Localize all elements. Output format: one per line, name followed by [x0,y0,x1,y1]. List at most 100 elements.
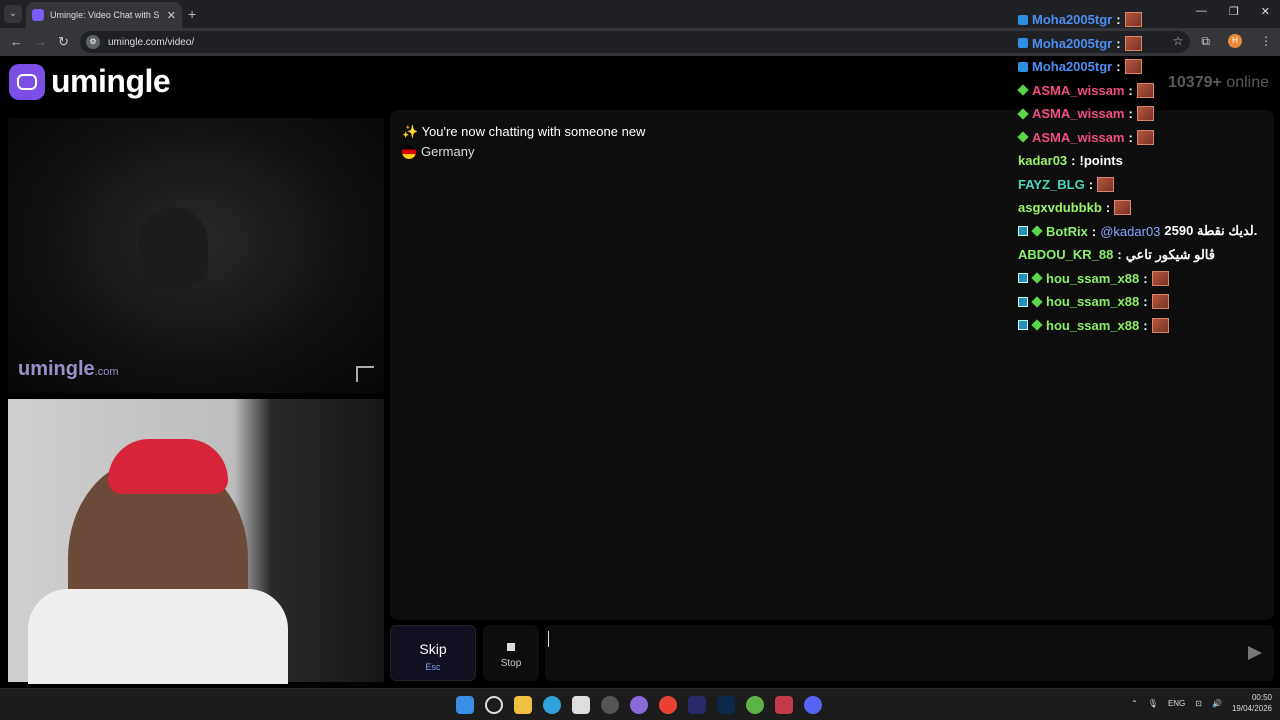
diamond-badge-icon [1031,272,1043,284]
message-input[interactable] [545,625,1274,681]
chat-separator: : [1143,294,1148,310]
send-icon[interactable] [1248,646,1262,660]
chat-separator: : [1143,317,1148,333]
stream-chat-message: ASMA_wissam: [1017,102,1278,126]
stream-chat-message: Moha2005tgr: [1018,55,1278,79]
photoshop-icon[interactable] [717,696,735,714]
chat-username[interactable]: ASMA_wissam [1032,83,1124,98]
chat-separator: : [1143,270,1148,286]
chat-username[interactable]: FAYZ_BLG [1018,177,1085,192]
stream-chat-overlay: Moha2005tgr: Moha2005tgr: Moha2005tgr: ASMA… [1017,8,1278,337]
chat-separator: : [1071,153,1076,169]
stop-icon [507,643,515,651]
volume-icon[interactable]: 🔊 [1212,699,1222,708]
chat-username[interactable]: Moha2005tgr [1032,59,1112,74]
chat-username[interactable]: Moha2005tgr [1032,36,1112,51]
local-person-cap [108,439,228,494]
chevron-up-icon[interactable]: ⌃ [1131,699,1138,708]
local-person-jacket [28,589,288,684]
chat-separator: : [1088,176,1094,192]
chat-separator: : [1117,247,1122,263]
stream-chat-message: hou_ssam_x88: [1018,267,1278,291]
emote-icon [1151,317,1169,333]
chat-separator: : [1128,82,1133,98]
stop-label: Stop [500,658,522,669]
chat-username[interactable]: hou_ssam_x88 [1046,294,1139,309]
search-icon[interactable] [485,696,503,714]
chat-separator: : [1116,59,1121,75]
stop-button[interactable]: Stop [483,625,539,681]
emote-icon [1136,82,1154,98]
browser-tab[interactable]: Umingle: Video Chat with S ✕ [26,2,182,28]
network-icon[interactable]: ⊡ [1195,699,1202,708]
media-player-icon[interactable] [775,696,793,714]
chat-username[interactable]: ASMA_wissam [1032,106,1124,121]
chat-mention[interactable]: @kadar03 [1100,224,1160,239]
emote-icon [1097,176,1115,192]
moderator-badge-icon [1018,226,1028,237]
site-info-icon[interactable]: ⚙ [86,35,100,49]
forward-button[interactable]: → [34,34,47,49]
diamond-badge-icon [1017,131,1029,143]
chat-username[interactable]: asgxvdubbkb [1018,200,1102,215]
chat-separator: : [1105,200,1111,216]
stream-chat-message: ASMA_wissam: [1017,126,1278,150]
cube-badge-icon [1018,61,1028,72]
emote-icon [1136,129,1154,145]
new-tab-button[interactable]: + [188,6,196,22]
file-explorer-icon[interactable] [514,696,532,714]
skip-button[interactable]: Skip Esc [390,625,476,681]
skip-label: Skip [419,641,447,657]
stream-chat-message: BotRix: @kadar03 2590 لديك نقطة. [1018,220,1278,244]
local-video [8,399,384,684]
chat-username[interactable]: BotRix [1046,224,1088,239]
diamond-badge-icon [1031,296,1043,308]
chat-separator: : [1116,12,1121,28]
chat-username[interactable]: hou_ssam_x88 [1046,271,1139,286]
chat-username[interactable]: hou_ssam_x88 [1046,318,1139,333]
diamond-badge-icon [1031,319,1043,331]
emote-icon [1124,35,1142,51]
emote-icon [1124,12,1142,28]
cube-badge-icon [1018,14,1028,25]
store-icon[interactable] [572,696,590,714]
chat-separator: : [1116,35,1121,51]
video-watermark: umingle.com [18,358,119,381]
chat-username[interactable]: Moha2005tgr [1032,12,1112,27]
verified-badge-icon [1031,225,1043,237]
twitch-icon[interactable] [630,696,648,714]
utorrent-icon[interactable] [746,696,764,714]
chat-bubble-icon [9,63,45,100]
windows-start-icon[interactable] [456,696,474,714]
microphone-icon[interactable]: 🎙 [1148,699,1158,708]
close-tab-icon[interactable]: ✕ [167,9,176,22]
stream-chat-message: hou_ssam_x88: [1018,290,1278,314]
emote-icon [1151,294,1169,310]
premiere-pro-icon[interactable] [688,696,706,714]
emote-icon [1124,59,1142,75]
report-flag-icon[interactable] [356,366,374,382]
stream-chat-message: ABDOU_KR_88: ڨالو شيكور تاعي [1018,243,1278,267]
chrome-icon[interactable] [659,696,677,714]
diamond-badge-icon [1017,84,1029,96]
obs-icon[interactable] [601,696,619,714]
chat-username[interactable]: ASMA_wissam [1032,130,1124,145]
windows-taskbar: ⌃ 🎙 ENG ⊡ 🔊 00:50 19/04/2026 [0,688,1280,720]
emote-icon [1136,106,1154,122]
stream-chat-message: ASMA_wissam: [1017,79,1278,103]
chat-username[interactable]: ABDOU_KR_88 [1018,247,1113,262]
back-button[interactable]: ← [10,34,23,49]
site-logo[interactable]: umingle [9,63,171,100]
clock[interactable]: 00:50 19/04/2026 [1232,692,1272,714]
language-indicator[interactable]: ENG [1168,699,1185,708]
edge-icon[interactable] [543,696,561,714]
reload-button[interactable]: ↻ [58,34,69,50]
moderator-badge-icon [1018,296,1028,307]
chat-username[interactable]: kadar03 [1018,153,1067,168]
clock-date: 19/04/2026 [1231,704,1272,713]
tab-search-button[interactable]: ⌄ [4,5,22,23]
stream-chat-message: asgxvdubbkb: [1018,196,1278,220]
partner-country: Germany [402,144,474,159]
discord-icon[interactable] [804,696,822,714]
skip-shortcut: Esc [425,662,441,672]
